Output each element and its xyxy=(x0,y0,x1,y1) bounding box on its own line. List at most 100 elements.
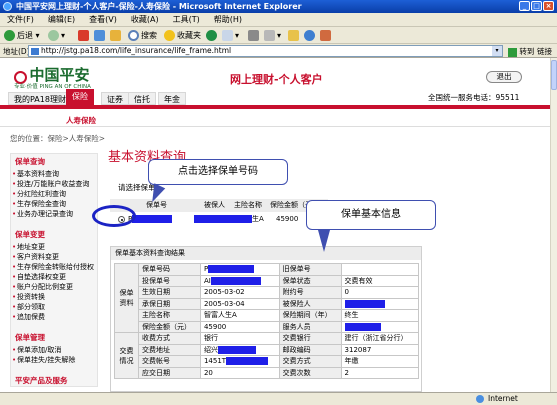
zone-label: Internet xyxy=(488,394,518,403)
folder-icon xyxy=(288,30,299,41)
detail-field-value: 45900 xyxy=(199,320,280,333)
detail-field-value: 2005-03-02 xyxy=(199,286,280,299)
detail-field-label: 旧保单号 xyxy=(278,263,342,276)
vertical-scrollbar[interactable] xyxy=(550,58,557,392)
favorites-button[interactable]: 收藏夹 xyxy=(164,29,201,42)
sidebar-item[interactable]: 业务办理记录查询 xyxy=(11,209,97,219)
detail-field-value xyxy=(340,263,420,276)
detail-row: 交费帐号 1451T 交费方式 年缴 xyxy=(115,355,420,368)
policy-row[interactable]: P 生A 45900 xyxy=(110,213,328,226)
media-button[interactable] xyxy=(206,29,219,42)
sidebar-item[interactable]: 地址变更 xyxy=(11,242,97,252)
sidebar-item[interactable]: 生存保险金转账给付授权 xyxy=(11,262,97,272)
edit-button[interactable]: ▾ xyxy=(264,29,281,42)
maximize-button[interactable]: □ xyxy=(531,1,542,11)
address-url: http://jstg.pa18.com/life_insurance/life… xyxy=(41,46,232,55)
sidebar-item[interactable]: 基本资料查询 xyxy=(11,169,97,179)
menu-tools[interactable]: 工具(T) xyxy=(166,13,207,27)
toolbar: 后退 ▾ ▾ 搜索 收藏夹 ▾ ▾ xyxy=(0,27,557,44)
sidebar-item[interactable]: 客户资料变更 xyxy=(11,252,97,262)
detail-field-value: 绍兴 xyxy=(199,343,280,356)
print-icon xyxy=(248,30,259,41)
home-icon xyxy=(110,30,121,41)
detail-field-label: 被保险人 xyxy=(278,297,342,310)
folder-button[interactable] xyxy=(288,29,301,42)
detail-field-value: 2005-03-04 xyxy=(199,297,280,310)
hotline-text: 全国统一服务电话：95511 xyxy=(428,93,520,102)
callout-policy-info: 保单基本信息 xyxy=(306,200,436,230)
redacted-value xyxy=(208,265,255,274)
detail-row: 投保单号 AI 保单状态 交费有效 xyxy=(115,274,420,287)
tab-insurance[interactable]: 保险 xyxy=(66,89,94,105)
detail-field-label: 收费方式 xyxy=(138,332,201,345)
detail-row: 保险金额（元） 45900 服务人员 xyxy=(115,320,420,333)
forward-arrow-icon xyxy=(48,30,59,41)
stop-button[interactable] xyxy=(78,29,91,42)
detail-group-label: 保单资料 xyxy=(114,263,139,333)
print-button[interactable] xyxy=(248,29,261,42)
sidebar-item[interactable]: 分红险红利查询 xyxy=(11,189,97,199)
research-button[interactable] xyxy=(320,29,333,42)
status-bar: Internet xyxy=(0,392,557,405)
sidebar-item[interactable]: 生存保险金查询 xyxy=(11,199,97,209)
minimize-button[interactable]: _ xyxy=(519,1,530,11)
detail-row: 承保日期 2005-03-04 被保险人 xyxy=(115,297,420,310)
exit-button[interactable]: 退出 xyxy=(486,71,522,83)
detail-field-label: 保单状态 xyxy=(278,274,342,287)
menu-file[interactable]: 文件(F) xyxy=(0,13,41,27)
tab-annuity[interactable]: 年金 xyxy=(158,92,186,105)
sidebar-item[interactable]: 部分领取 xyxy=(11,302,97,312)
close-button[interactable]: × xyxy=(543,1,554,11)
search-button[interactable]: 搜索 xyxy=(128,29,157,42)
redacted-value xyxy=(344,322,381,331)
subtab-life-insurance[interactable]: 人寿保险 xyxy=(66,115,96,126)
mail-button[interactable]: ▾ xyxy=(222,29,239,42)
refresh-icon xyxy=(94,30,105,41)
menu-view[interactable]: 查看(V) xyxy=(82,13,124,27)
tab-my-pa18[interactable]: 我的PA18理财 xyxy=(8,92,72,105)
star-icon xyxy=(164,30,175,41)
detail-field-value: 银行 xyxy=(199,332,280,345)
go-button[interactable]: 转到 xyxy=(508,46,534,57)
detail-field-label: 保险金额（元） xyxy=(138,320,201,333)
refresh-button[interactable] xyxy=(94,29,107,42)
sidebar-item[interactable]: 投连/万能账户收益查询 xyxy=(11,179,97,189)
redacted-value xyxy=(217,345,256,354)
research-icon xyxy=(320,30,331,41)
window-title-bar: 中国平安网上理财-个人客户-保险-人寿保险 - Microsoft Intern… xyxy=(0,0,557,13)
links-button[interactable]: 链接 xyxy=(537,46,552,57)
address-input[interactable]: http://jstg.pa18.com/life_insurance/life… xyxy=(28,45,503,57)
redacted-policy-number xyxy=(132,215,173,223)
sidebar-item[interactable]: 保单添加/取消 xyxy=(11,345,97,355)
scrollbar-thumb[interactable] xyxy=(551,60,557,90)
home-button[interactable] xyxy=(110,29,123,42)
site-title: 网上理财-个人客户 xyxy=(230,73,323,86)
back-button[interactable]: 后退 ▾ xyxy=(4,29,40,42)
menu-favorites[interactable]: 收藏(A) xyxy=(124,13,166,27)
tab-securities[interactable]: 证券 xyxy=(101,92,129,105)
sidebar-item[interactable]: 账户分配比例变更 xyxy=(11,282,97,292)
breadcrumb: 您的位置：保险>人寿保险> xyxy=(10,134,106,143)
sidebar-item[interactable]: 保单挂失/挂失解除 xyxy=(11,355,97,365)
detail-table: 保单资料 保单号码 P 旧保单号 投保单号 AI 保单状态 交费有效 生效日期 2005-03-0… xyxy=(114,263,420,379)
messenger-button[interactable] xyxy=(304,29,317,42)
page-icon xyxy=(31,48,39,55)
menu-edit[interactable]: 编辑(E) xyxy=(41,13,82,27)
redacted-value xyxy=(344,299,385,308)
sidebar-head-change: 保单变更 xyxy=(15,230,45,239)
sidebar-item[interactable]: 追加保费 xyxy=(11,312,97,322)
internet-zone-icon xyxy=(476,395,484,403)
detail-field-value: 智富人生A xyxy=(199,309,280,322)
address-dropdown-icon[interactable]: ▾ xyxy=(492,46,502,56)
forward-button[interactable]: ▾ xyxy=(48,29,65,42)
sidebar-item[interactable]: 投资转换 xyxy=(11,292,97,302)
detail-field-value: P xyxy=(199,263,280,276)
detail-row: 交费情况 收费方式 银行 交费银行 建行（浙江省分行） xyxy=(114,332,420,379)
detail-field-label: 保单号码 xyxy=(138,263,201,276)
tab-trust[interactable]: 信托 xyxy=(128,92,156,105)
callout-select-policy: 点击选择保单号码 xyxy=(148,159,288,185)
menu-help[interactable]: 帮助(H) xyxy=(207,13,249,27)
detail-field-value: 年缴 xyxy=(340,355,420,368)
detail-row: 交费地址 绍兴 邮政编码 312087 xyxy=(115,343,420,356)
sidebar-item[interactable]: 自垫选择权变更 xyxy=(11,272,97,282)
